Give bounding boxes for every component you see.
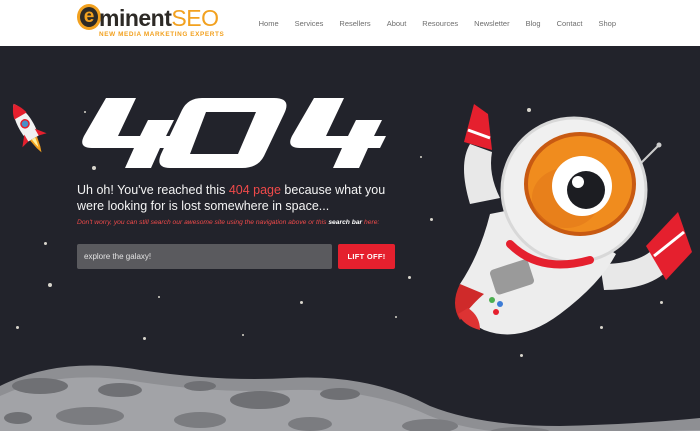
nav-resellers[interactable]: Resellers <box>331 19 378 28</box>
logo-word: minent <box>99 5 172 31</box>
logo[interactable]: e minentSEO NEW MEDIA MARKETING EXPERTS <box>77 4 225 40</box>
star <box>300 301 303 304</box>
star <box>158 296 160 298</box>
star <box>420 156 422 158</box>
nav-contact[interactable]: Contact <box>549 19 591 28</box>
star <box>395 316 397 318</box>
error-code-title <box>82 98 386 168</box>
hint-bold: search bar <box>328 219 363 226</box>
star <box>16 326 19 329</box>
main-nav: Home Services Resellers About Resources … <box>251 0 624 46</box>
site-header: e minentSEO NEW MEDIA MARKETING EXPERTS … <box>0 0 700 46</box>
star <box>143 337 146 340</box>
rocket-icon <box>12 103 47 153</box>
headline-text: Uh oh! You've reached this <box>77 183 229 197</box>
search-input[interactable] <box>77 244 332 269</box>
nav-services[interactable]: Services <box>287 19 332 28</box>
nav-newsletter[interactable]: Newsletter <box>466 19 517 28</box>
star <box>430 218 433 221</box>
nav-about[interactable]: About <box>379 19 415 28</box>
moon-surface <box>0 365 700 431</box>
logo-wordmark: minentSEO <box>99 4 219 32</box>
logo-tagline: NEW MEDIA MARKETING EXPERTS <box>99 31 225 38</box>
star <box>408 276 411 279</box>
hint-text: Don't worry, you can still search our aw… <box>77 219 329 226</box>
error-message: Uh oh! You've reached this 404 page beca… <box>77 182 397 214</box>
hint-text-end: here: <box>362 219 380 226</box>
search-hint: Don't worry, you can still search our aw… <box>77 219 417 226</box>
star <box>44 242 47 245</box>
logo-seo: SEO <box>171 5 219 31</box>
nav-shop[interactable]: Shop <box>590 19 624 28</box>
astronaut-illustration <box>455 104 692 335</box>
logo-letter: e <box>77 4 101 30</box>
nav-resources[interactable]: Resources <box>414 19 466 28</box>
lift-off-button[interactable]: LIFT OFF! <box>338 244 395 269</box>
nav-home[interactable]: Home <box>251 19 287 28</box>
star <box>48 283 52 287</box>
star <box>242 334 244 336</box>
nav-blog[interactable]: Blog <box>518 19 549 28</box>
headline-highlight: 404 page <box>228 183 281 197</box>
hero-section: Uh oh! You've reached this 404 page beca… <box>0 46 700 431</box>
